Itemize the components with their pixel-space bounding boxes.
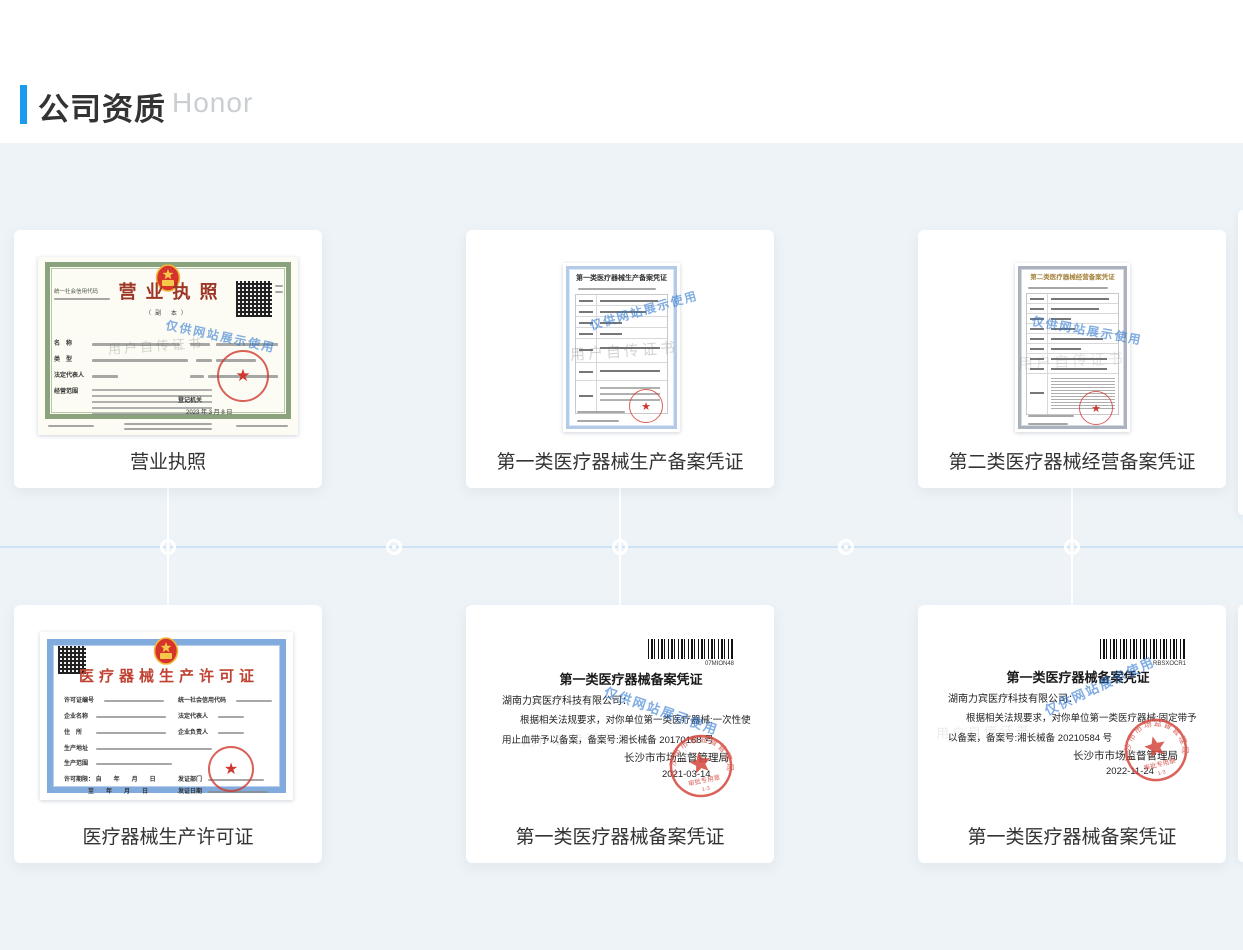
card-caption: 医疗器械生产许可证 xyxy=(14,822,322,849)
carousel-partial-next-card[interactable] xyxy=(1238,605,1243,862)
timeline-node xyxy=(1064,539,1080,555)
field-label: 统一社会信用代码 xyxy=(178,698,226,705)
timeline-node xyxy=(386,539,402,555)
approval-seal: 长沙市市场监督管理局 审批专用章 1-3 xyxy=(662,727,740,805)
carousel-partial-next-card[interactable] xyxy=(1238,210,1243,515)
barcode xyxy=(648,639,734,659)
qualification-card-operation-record[interactable]: 第二类医疗器械经营备案凭证 ★ 仅供网站展示使用 用户自传证书 第二类医疗器械经… xyxy=(918,230,1226,488)
svg-text:1-3: 1-3 xyxy=(1157,769,1166,777)
accent-bar xyxy=(20,85,27,124)
record-title: 第一类医疗器械备案凭证 xyxy=(973,671,1183,685)
timeline-node xyxy=(838,539,854,555)
certificate-title: 第二类医疗器械经营备案凭证 xyxy=(1015,274,1130,281)
field-label: 法定代表人 xyxy=(178,714,208,721)
barcode-code: 07MION48 xyxy=(648,661,734,668)
qualification-card-production-record[interactable]: 第一类医疗器械生产备案凭证 ★ 仅供网站展示使用 用户自传证书 第一类医疗器械生… xyxy=(466,230,774,488)
permit-title: 医疗器械生产许可证 xyxy=(40,669,293,686)
record-seal: ★ xyxy=(1079,391,1113,425)
timeline-node xyxy=(160,539,176,555)
qualification-card-device-record-1[interactable]: 07MION48 第一类医疗器械备案凭证 湖南力宾医疗科技有限公司： 根据相关法… xyxy=(466,605,774,863)
qualification-card-business-license[interactable]: 统一社会信用代码 营业执照 （副 本） 名 称 类 型 法定代表人 经营范围 ★… xyxy=(14,230,322,488)
record-title: 第一类医疗器械备案凭证 xyxy=(526,673,736,687)
field-label: 生产范围 xyxy=(64,761,88,768)
company-honor-page: 公司资质 Honor 统一社会信用代码 营业执照 （副 本） 名 xyxy=(0,0,1243,950)
field-label: 企业名称 xyxy=(64,714,88,721)
qr-side-text xyxy=(275,291,283,293)
field-label: 名 称 xyxy=(54,341,72,348)
card-caption: 第二类医疗器械经营备案凭证 xyxy=(918,447,1226,474)
certificate-title: 第一类医疗器械生产备案凭证 xyxy=(563,275,680,283)
national-emblem-icon xyxy=(153,637,179,667)
timeline-node xyxy=(612,539,628,555)
production-permit-certificate: 医疗器械生产许可证 许可证编号 统一社会信用代码 企业名称 法定代表人 住 所 … xyxy=(40,632,293,800)
field-label: 企业负责人 xyxy=(178,730,208,737)
card-caption: 第一类医疗器械生产备案凭证 xyxy=(466,447,774,474)
page-subtitle: Honor xyxy=(172,87,253,119)
qualification-card-device-record-2[interactable]: RBSXOCR1 第一类医疗器械备案凭证 湖南力宾医疗科技有限公司： 根据相关法… xyxy=(918,605,1226,863)
svg-text:1-3: 1-3 xyxy=(701,786,710,794)
user-upload-watermark: 用户自传证书 xyxy=(522,728,619,750)
field-label: 类 型 xyxy=(54,357,72,364)
license-date: 2023 年 3 月 8 日 xyxy=(186,410,232,417)
qualification-card-production-permit[interactable]: 医疗器械生产许可证 许可证编号 统一社会信用代码 企业名称 法定代表人 住 所 … xyxy=(14,605,322,863)
registry-seal: ★ xyxy=(217,350,269,402)
page-title: 公司资质 xyxy=(38,84,166,129)
card-caption: 第一类医疗器械备案凭证 xyxy=(918,822,1226,849)
field-label: 住 所 xyxy=(64,730,82,737)
term-line: 至 年 月 日 xyxy=(88,789,148,796)
field-label: 经营范围 xyxy=(54,389,78,396)
display-only-watermark: 仅供网站展示使用 xyxy=(602,682,722,739)
card-caption: 营业执照 xyxy=(14,447,322,474)
user-upload-watermark: 用户自传证书 xyxy=(936,720,1033,742)
record-seal: ★ xyxy=(629,389,663,423)
qr-side-text xyxy=(275,285,283,287)
section-header: 公司资质 Honor xyxy=(0,0,1243,143)
issuer-label: 发证部门 xyxy=(178,777,202,784)
issue-date-label: 发证日期 xyxy=(178,789,202,796)
permit-seal: ★ xyxy=(208,746,254,792)
field-label: 许可证编号 xyxy=(64,698,94,705)
card-caption: 第一类医疗器械备案凭证 xyxy=(466,822,774,849)
qr-code xyxy=(236,281,272,317)
field-label: 法定代表人 xyxy=(54,373,84,380)
term-line: 许可期限： 自 年 月 日 xyxy=(64,777,156,784)
registry-label: 登记机关 xyxy=(178,398,202,405)
field-label: 生产地址 xyxy=(64,746,88,753)
